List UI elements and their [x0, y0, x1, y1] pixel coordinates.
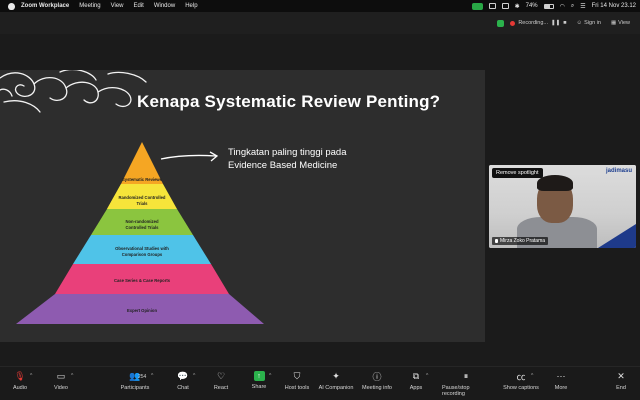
- level-label-5: Case Series & Case Reports: [114, 278, 171, 283]
- note-line-2: Evidence Based Medicine: [228, 160, 338, 171]
- mic-muted-icon: 🎙: [14, 371, 26, 381]
- pause-recording-button[interactable]: ⏸ Pause/stop recording: [442, 371, 490, 397]
- react-label: React: [213, 385, 229, 391]
- shield-icon[interactable]: [497, 19, 505, 27]
- view-label: View: [618, 20, 630, 26]
- apps-label: Apps: [409, 385, 423, 391]
- chat-icon: 💬: [177, 371, 189, 381]
- cloud-ornament: [0, 70, 147, 113]
- end-button[interactable]: ✕ End: [597, 371, 640, 391]
- signin-label: Sign in: [584, 20, 601, 26]
- chat-label: Chat: [177, 385, 189, 391]
- slide-note: Tingkatan paling tinggi pada Evidence Ba…: [228, 146, 347, 172]
- close-icon: ✕: [617, 371, 625, 381]
- chevron-up-icon[interactable]: ^: [269, 373, 271, 379]
- level-label-4a: Observational Studies with: [115, 246, 169, 251]
- video-tile[interactable]: jadimasu Remove spotlight Mirza Zoko Pra…: [489, 165, 636, 248]
- apps-button[interactable]: ⧉ Apps ^: [392, 371, 440, 391]
- record-dot-icon: [510, 20, 516, 26]
- level-label-2b: Trials: [137, 201, 149, 206]
- pause-recording-label: Pause/stop recording: [442, 385, 470, 397]
- level-label-4b: Comparison Groups: [122, 252, 163, 257]
- battery-label: 74%: [525, 3, 538, 9]
- video-label: Video: [54, 385, 68, 391]
- clock[interactable]: Fri 14 Nov 23.12: [592, 3, 636, 9]
- remove-spotlight-button[interactable]: Remove spotlight: [492, 168, 543, 178]
- host-tools-label: Host tools: [284, 385, 310, 391]
- cc-icon: ㏄: [516, 372, 526, 382]
- bluetooth-icon[interactable]: ✱: [515, 3, 520, 10]
- chevron-up-icon[interactable]: ^: [193, 373, 195, 379]
- heart-icon: ♡: [216, 371, 226, 381]
- audio-label: Audio: [12, 385, 28, 391]
- control-center-icon[interactable]: ☰: [580, 3, 585, 10]
- backdrop-logo: jadimasu: [605, 168, 632, 174]
- apps-icon: ⧉: [412, 371, 420, 381]
- participant-nametag: Mirza Zoko Pratama: [492, 237, 549, 245]
- menu-meeting[interactable]: Meeting: [79, 3, 100, 9]
- menu-help[interactable]: Help: [185, 3, 197, 9]
- participants-button[interactable]: 👥 254 Participants ^: [111, 371, 159, 391]
- recording-label: Recording...: [518, 20, 548, 26]
- more-label: More: [554, 385, 568, 391]
- end-label: End: [616, 385, 626, 391]
- menu-view[interactable]: View: [111, 3, 124, 9]
- search-icon[interactable]: ⌕: [571, 3, 574, 10]
- more-dots-icon: ⋯: [556, 371, 566, 381]
- pause-icon[interactable]: ❚❚: [551, 20, 560, 26]
- info-icon: ⓘ: [372, 372, 382, 382]
- participant-count: 254: [138, 374, 147, 380]
- participant-name: Mirza Zoko Pratama: [500, 238, 546, 244]
- mic-icon: [495, 239, 498, 243]
- wifi-icon[interactable]: ◠: [560, 3, 565, 10]
- chevron-up-icon[interactable]: ^: [151, 373, 153, 379]
- level-label-1: Systematic Reviews: [122, 177, 163, 182]
- chevron-up-icon[interactable]: ^: [531, 373, 533, 379]
- video-button[interactable]: ▭ Video ^: [37, 371, 85, 391]
- menu-app-name[interactable]: Zoom Workplace: [21, 3, 69, 9]
- apple-icon[interactable]: [8, 2, 15, 10]
- grid-icon: ▦: [610, 20, 617, 26]
- screen-share-status-icon[interactable]: [488, 3, 496, 9]
- chevron-up-icon[interactable]: ^: [30, 373, 32, 379]
- share-label: Share: [251, 384, 267, 390]
- status-area: ✱ 74% ◠ ⌕ ☰ Fri 14 Nov 23.12: [471, 0, 636, 12]
- level-label-2a: Randomized Controlled: [119, 195, 166, 200]
- note-line-1: Tingkatan paling tinggi pada: [228, 147, 347, 158]
- shield-icon: ⛉: [293, 371, 301, 381]
- participants-label: Participants: [120, 385, 150, 391]
- display-icon[interactable]: [501, 3, 509, 9]
- slide-title: Kenapa Systematic Review Penting?: [137, 92, 441, 111]
- level-label-3b: Controlled Trials: [125, 225, 159, 230]
- menubar: Zoom Workplace Meeting View Edit Window …: [0, 0, 640, 12]
- level-label-6: Expert Opinion: [127, 308, 157, 313]
- camera-status-icon[interactable]: [471, 2, 483, 10]
- zoom-top-bar: Recording... ❚❚ ■ ☺ Sign in ▦ View: [0, 12, 640, 34]
- meeting-controls: 🎙 Audio ^ ▭ Video ^ 👥 254 Participants ^…: [0, 366, 640, 400]
- sparkle-icon: ✦: [332, 371, 340, 381]
- chevron-up-icon[interactable]: ^: [426, 373, 428, 379]
- pause-stop-icon: ⏸: [463, 371, 469, 381]
- view-button[interactable]: ▦ View: [611, 20, 630, 26]
- video-camera-icon: ▭: [56, 371, 66, 381]
- level-label-3a: Non-randomized: [125, 219, 158, 224]
- recording-indicator[interactable]: Recording... ❚❚ ■: [510, 20, 567, 26]
- signin-button[interactable]: ☺ Sign in: [577, 20, 601, 26]
- menu-edit[interactable]: Edit: [134, 3, 144, 9]
- more-button[interactable]: ⋯ More: [537, 371, 585, 391]
- stop-icon[interactable]: ■: [563, 20, 566, 26]
- meeting-info-label: Meeting info: [362, 385, 392, 391]
- chevron-up-icon[interactable]: ^: [71, 373, 73, 379]
- person-icon: ☺: [576, 20, 583, 26]
- menu-window[interactable]: Window: [154, 3, 175, 9]
- share-arrow-icon: ↑: [253, 371, 265, 381]
- arrow-icon: [160, 151, 219, 162]
- ai-companion-label: AI Companion: [318, 385, 354, 391]
- captions-label: Show captions: [503, 385, 539, 391]
- battery-icon[interactable]: [543, 3, 554, 9]
- shared-slide: Systematic Reviews Randomized Controlled…: [0, 70, 485, 342]
